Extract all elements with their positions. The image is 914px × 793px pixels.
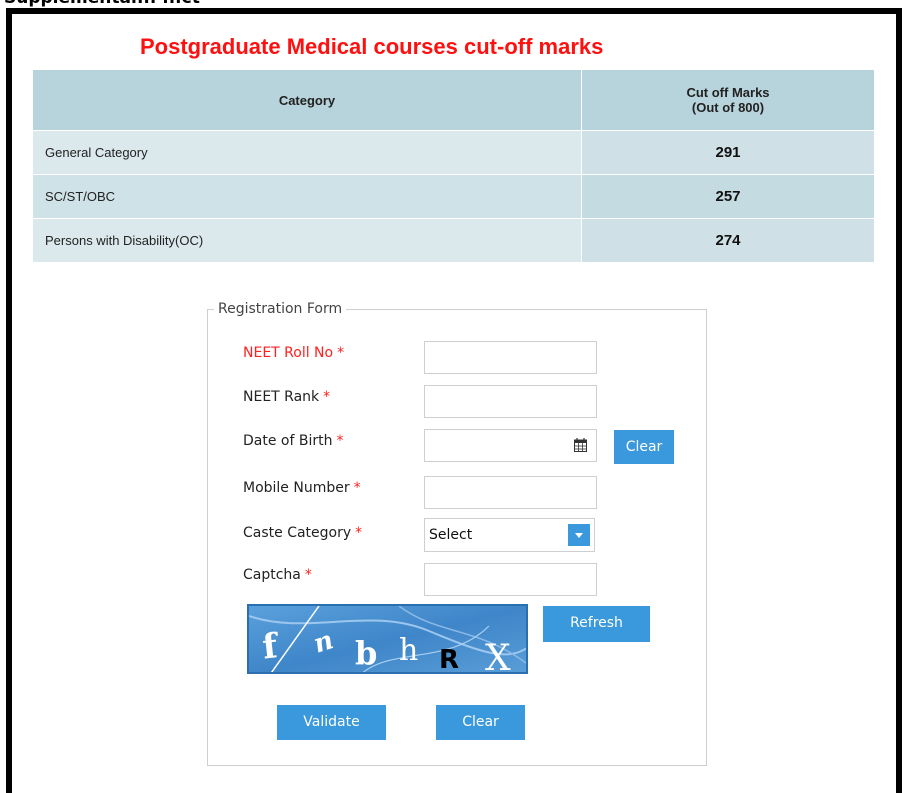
top-header-strip: Supplementar... ...ct — [0, 0, 914, 8]
captcha-input[interactable] — [424, 563, 597, 596]
rank-label-text: NEET Rank — [243, 389, 320, 405]
calendar-icon[interactable] — [574, 438, 587, 452]
clear-button[interactable]: Clear — [436, 705, 525, 740]
roll-no-input[interactable] — [424, 341, 597, 374]
dob-input[interactable] — [424, 429, 597, 462]
row-category: General Category — [32, 130, 582, 175]
header-cutoff-marks: Cut off Marks (Out of 800) — [581, 69, 875, 131]
row-category: Persons with Disability(OC) — [32, 218, 582, 263]
row-marks: 274 — [581, 218, 875, 263]
required-mark: * — [304, 567, 312, 583]
required-mark: * — [337, 345, 345, 361]
caste-select-value: Select — [429, 527, 473, 543]
svg-text:R: R — [439, 645, 459, 674]
caste-label: Caste Category * — [243, 525, 362, 541]
required-mark: * — [336, 433, 344, 449]
form-legend: Registration Form — [218, 301, 343, 317]
row-marks: 291 — [581, 130, 875, 175]
chevron-down-icon[interactable] — [568, 524, 590, 546]
row-category: SC/ST/OBC — [32, 174, 582, 219]
page-title: Postgraduate Medical courses cut-off mar… — [140, 34, 604, 59]
captcha-graphic: f n b h R X — [249, 606, 526, 674]
table-row: General Category 291 — [32, 130, 875, 175]
table-row: SC/ST/OBC 257 — [32, 174, 875, 219]
header-fragment: Supplementar... ...ct — [4, 0, 200, 8]
header-marks-line2: (Out of 800) — [691, 100, 765, 115]
captcha-image: f n b h R X — [247, 604, 528, 674]
rank-input[interactable] — [424, 385, 597, 418]
mobile-label: Mobile Number * — [243, 480, 361, 496]
captcha-label-text: Captcha — [243, 567, 301, 583]
caste-label-text: Caste Category — [243, 525, 352, 541]
svg-text:h: h — [399, 633, 418, 668]
captcha-label: Captcha * — [243, 567, 312, 583]
required-mark: * — [323, 389, 331, 405]
rank-label: NEET Rank * — [243, 389, 330, 405]
dob-label-text: Date of Birth — [243, 433, 333, 449]
mobile-input[interactable] — [424, 476, 597, 509]
dob-label: Date of Birth * — [243, 433, 343, 449]
mobile-label-text: Mobile Number — [243, 480, 350, 496]
refresh-captcha-button[interactable]: Refresh — [543, 606, 650, 642]
dob-clear-button[interactable]: Clear — [614, 430, 674, 464]
caste-select[interactable]: Select — [424, 518, 595, 552]
roll-no-label-text: NEET Roll No — [243, 345, 334, 361]
validate-button[interactable]: Validate — [277, 705, 386, 740]
svg-text:X: X — [485, 638, 511, 674]
header-marks-line1: Cut off Marks — [686, 85, 770, 100]
roll-no-label: NEET Roll No * — [243, 345, 344, 361]
table-row: Persons with Disability(OC) 274 — [32, 218, 875, 263]
svg-text:b: b — [355, 634, 377, 672]
required-mark: * — [355, 525, 363, 541]
row-marks: 257 — [581, 174, 875, 219]
cutoff-table: Category Cut off Marks (Out of 800) Gene… — [32, 69, 875, 263]
table-header-row: Category Cut off Marks (Out of 800) — [32, 69, 875, 131]
header-category: Category — [32, 69, 582, 131]
required-mark: * — [353, 480, 361, 496]
